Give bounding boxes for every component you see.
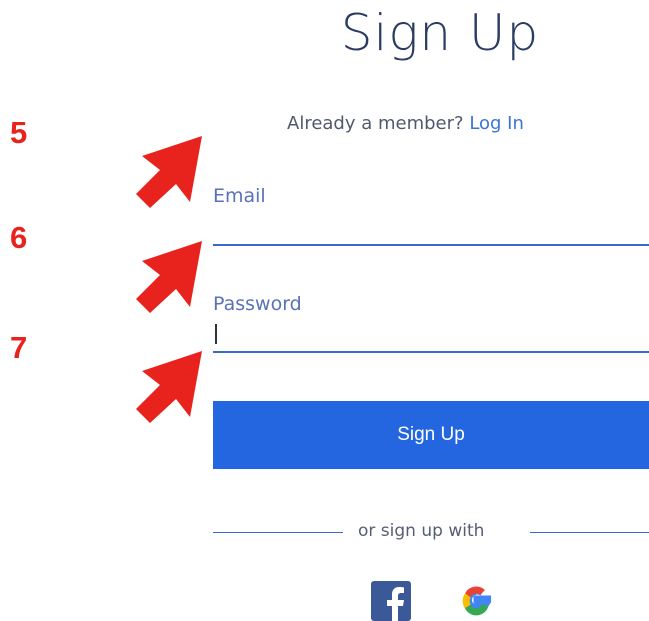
google-icon[interactable] <box>457 581 497 621</box>
arrow-icon <box>136 351 202 423</box>
page-title: Sign Up <box>340 4 540 62</box>
password-field[interactable] <box>213 323 649 353</box>
already-member-text: Already a member? <box>287 113 464 134</box>
arrow-icon <box>136 136 202 208</box>
login-link[interactable]: Log In <box>469 113 524 134</box>
login-prompt: Already a member? Log In <box>287 113 524 134</box>
divider-line-left <box>213 532 343 533</box>
email-field[interactable] <box>213 216 649 246</box>
email-label: Email <box>213 185 266 207</box>
text-cursor <box>215 324 217 344</box>
sign-up-button[interactable]: Sign Up <box>213 401 649 469</box>
step-number-6: 6 <box>10 220 28 255</box>
arrow-icon <box>136 241 202 313</box>
step-number-7: 7 <box>10 330 28 365</box>
password-label: Password <box>213 293 302 315</box>
step-number-5: 5 <box>10 115 28 150</box>
divider-line-right <box>530 532 649 533</box>
divider-text: or sign up with <box>358 521 485 541</box>
facebook-icon[interactable] <box>371 581 411 621</box>
